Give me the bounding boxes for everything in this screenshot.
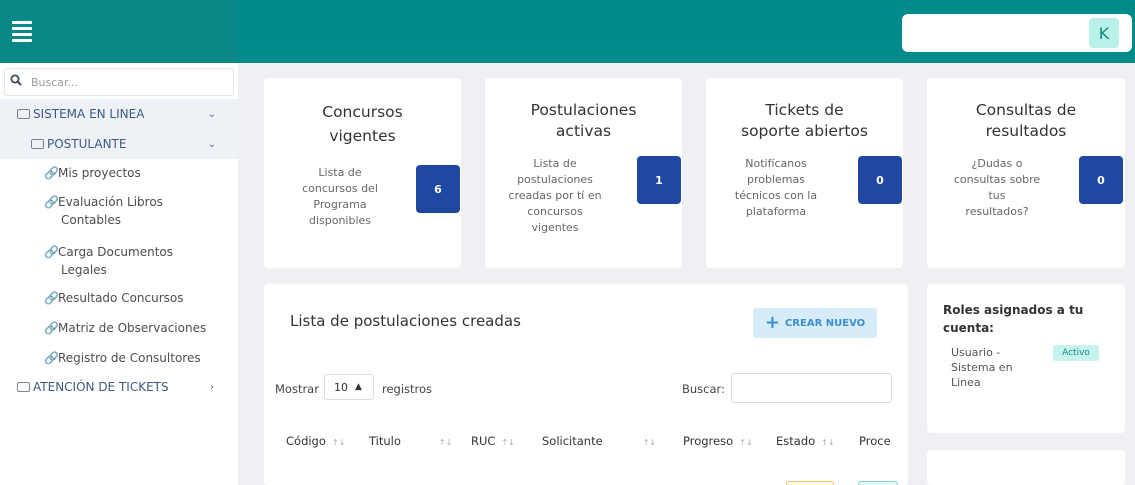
card-title: soporte abiertos — [741, 122, 868, 140]
count-badge: 6 — [416, 165, 460, 213]
column-header-titulo[interactable]: Titulo ↑↓ — [369, 434, 452, 448]
sidebar-item-label: Matriz de Observaciones — [58, 321, 207, 335]
column-header-solicitante[interactable]: Solicitante ↑↓ — [542, 434, 656, 448]
card-description: Lista de postulaciones creadas por tí en co… — [508, 157, 602, 234]
page-length-value: 10 — [334, 380, 348, 394]
sidebar-item-evaluacion-libros[interactable]: 🔗Evaluación Libros Contables — [44, 193, 234, 229]
search-dot-icon — [902, 31, 907, 36]
folder-icon — [31, 139, 44, 149]
menu-label: POSTULANTE — [47, 137, 127, 151]
sort-icon: ↑↓ — [501, 438, 515, 447]
sidebar-item-mis-proyectos[interactable]: 🔗Mis proyectos — [44, 164, 234, 182]
card-consultas-resultados[interactable]: Consultas de resultados ¿Dudas o consulta… — [927, 78, 1125, 268]
column-header-progreso[interactable]: Progreso ↑↓ — [683, 434, 753, 448]
sort-icon: ↑↓ — [438, 438, 453, 447]
folder-icon — [17, 382, 30, 392]
roles-panel: Roles asignados a tu cuenta: Usuario - Si… — [927, 284, 1125, 433]
sidebar-item-label: Registro de Consultores — [58, 351, 201, 365]
table-search-input[interactable] — [731, 373, 892, 403]
sidebar-item-label: Resultado Concursos — [58, 291, 184, 305]
menu-sistema-en-linea[interactable]: SISTEMA EN LINEA ⌄ — [0, 99, 238, 129]
sidebar-item-label-cont: Legales — [61, 263, 107, 277]
card-title: activas — [555, 122, 612, 140]
sidebar-item-carga-documentos[interactable]: 🔗Carga Documentos Legales — [44, 243, 234, 279]
card-tickets-soporte[interactable]: Tickets de soporte abiertos Notifícanos p… — [706, 78, 903, 268]
card-postulaciones-activas[interactable]: Postulaciones activas Lista de postulacio… — [485, 78, 682, 268]
sort-icon: ↑↓ — [821, 438, 835, 447]
card-title: Tickets de — [765, 101, 844, 119]
status-pill-partial — [858, 481, 898, 485]
hamburger-menu-icon[interactable] — [12, 21, 32, 42]
sidebar-item-matriz-observaciones[interactable]: 🔗Matriz de Observaciones — [44, 319, 234, 337]
link-icon: 🔗 — [44, 195, 59, 209]
link-icon: 🔗 — [44, 166, 59, 180]
sidebar-search[interactable] — [4, 68, 234, 96]
show-label: Mostrar — [275, 382, 319, 396]
plus-icon: + — [764, 312, 780, 333]
user-avatar[interactable]: K — [1089, 18, 1119, 48]
sort-icon: ↑↓ — [642, 438, 657, 447]
records-label: registros — [382, 382, 433, 396]
column-header-codigo[interactable]: Código ↑↓ — [286, 434, 345, 448]
status-badge: Activo — [1053, 345, 1099, 361]
sidebar-item-label: Carga Documentos — [58, 245, 174, 259]
sidebar-item-resultado-concursos[interactable]: 🔗Resultado Concursos — [44, 289, 234, 307]
select-arrows-icon: ▲︎ — [355, 382, 362, 392]
sort-icon: ↑↓ — [739, 438, 753, 447]
count-badge: 1 — [637, 156, 681, 204]
sidebar-item-registro-consultores[interactable]: 🔗Registro de Consultores — [44, 349, 234, 367]
chevron-right-icon: › — [210, 381, 214, 393]
link-icon: 🔗 — [44, 321, 59, 335]
card-title: Concursos — [322, 103, 403, 121]
sidebar: SISTEMA EN LINEA ⌄ POSTULANTE ⌄ 🔗Mis pro… — [0, 63, 238, 485]
menu-postulante[interactable]: POSTULANTE ⌄ — [0, 129, 238, 159]
menu-label: ATENCIÓN DE TICKETS — [33, 380, 169, 394]
menu-label: SISTEMA EN LINEA — [33, 107, 145, 121]
secondary-panel — [927, 450, 1125, 485]
sidebar-item-label: Mis proyectos — [58, 166, 141, 180]
create-new-button[interactable]: + CREAR NUEVO — [753, 308, 877, 338]
role-name: Usuario - Sistema en Linea — [951, 346, 1013, 389]
column-header-proce[interactable]: Proce — [859, 434, 891, 448]
sidebar-item-label-cont: Contables — [61, 213, 121, 227]
card-title: resultados — [985, 122, 1067, 140]
card-title: Consultas de — [975, 101, 1077, 119]
applications-list-panel: Lista de postulaciones creadas + CREAR N… — [264, 284, 908, 485]
count-badge: 0 — [1079, 156, 1123, 204]
roles-title: Roles asignados a tu cuenta: — [943, 303, 1084, 335]
count-badge: 0 — [858, 156, 902, 204]
card-title: Postulaciones — [530, 101, 637, 119]
sort-icon: ↑↓ — [331, 438, 346, 447]
card-concursos-vigentes[interactable]: Concursos vigentes Lista de concursos del… — [264, 78, 461, 268]
link-icon: 🔗 — [44, 245, 59, 259]
card-description: Lista de concursos del Programa disponibles — [302, 166, 378, 227]
column-header-estado[interactable]: Estado ↑↓ — [776, 434, 835, 448]
card-title: vigentes — [329, 127, 396, 145]
top-bar: K — [0, 0, 1135, 63]
link-icon: 🔗 — [44, 291, 59, 305]
menu-atencion-tickets[interactable]: ATENCIÓN DE TICKETS › — [0, 372, 238, 402]
search-icon — [10, 74, 22, 86]
sidebar-item-label: Evaluación Libros — [58, 195, 163, 209]
chevron-down-icon: ⌄ — [207, 138, 216, 150]
column-header-ruc[interactable]: RUC ↑↓ — [471, 434, 515, 448]
sidebar-search-input[interactable] — [31, 71, 226, 93]
card-description: ¿Dudas o consultas sobre tus resultados? — [953, 157, 1041, 218]
page-length-select[interactable]: 10 ▲︎ — [324, 374, 374, 400]
list-title: Lista de postulaciones creadas — [290, 312, 521, 330]
card-description: Notifícanos problemas técnicos con la plata… — [734, 157, 818, 218]
table-search-label: Buscar: — [682, 382, 725, 396]
brand-strip — [0, 0, 238, 63]
chevron-down-icon: ⌄ — [207, 108, 216, 120]
create-new-label: CREAR NUEVO — [784, 317, 866, 329]
status-pill-partial — [786, 481, 834, 485]
folder-icon — [17, 109, 30, 119]
link-icon: 🔗 — [44, 351, 59, 365]
